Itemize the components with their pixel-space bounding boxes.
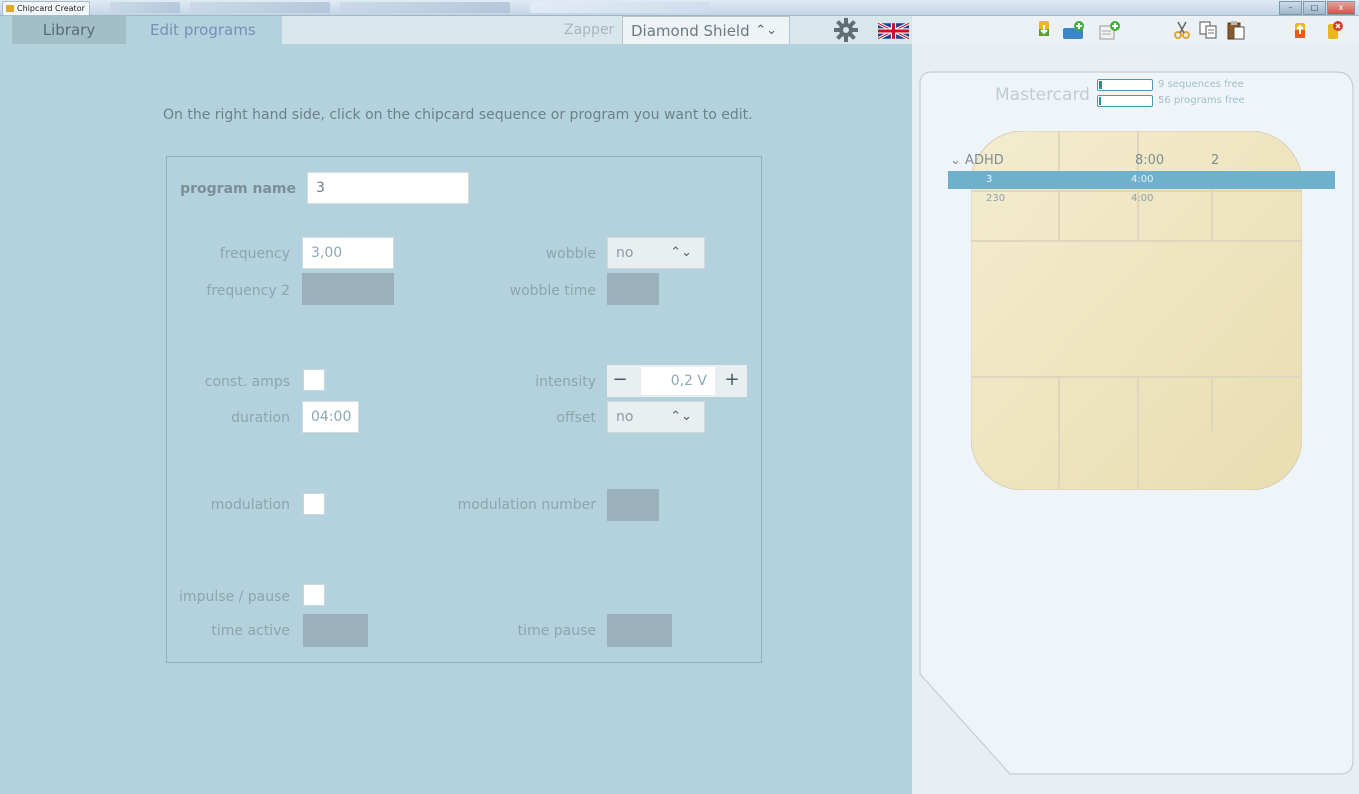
taskbar-tab[interactable]: [190, 2, 330, 13]
paste-icon[interactable]: [1226, 20, 1246, 40]
copy-icon[interactable]: [1198, 20, 1218, 40]
modulation-checkbox[interactable]: [303, 493, 325, 515]
main-toolbar: Library Edit programs Zapper Diamond Shi…: [12, 16, 912, 46]
frequency-input[interactable]: 3,00: [302, 237, 394, 269]
intensity-stepper: − 0,2 V +: [607, 365, 747, 397]
time-active-input: [303, 614, 368, 647]
upload-card-icon[interactable]: [1290, 20, 1310, 40]
programs-capacity-bar: [1097, 95, 1153, 107]
modulation-label: modulation: [210, 497, 290, 513]
taskbar-tab[interactable]: [110, 2, 180, 13]
taskbar-tab[interactable]: [340, 2, 510, 13]
instruction-text: On the right hand side, click on the chi…: [163, 107, 753, 123]
time-active-label: time active: [211, 623, 290, 639]
time-pause-label: time pause: [517, 623, 596, 639]
programs-capacity-fill: [1099, 97, 1101, 105]
sequences-capacity-bar: [1097, 79, 1153, 91]
sequence-name: ADHD: [965, 153, 1004, 168]
sequences-free-text: 9 sequences free: [1158, 79, 1244, 90]
program-duration: 4:00: [1131, 193, 1154, 204]
chevron-updown-icon: ⌃⌄: [670, 245, 692, 260]
offset-select[interactable]: no ⌃⌄: [607, 401, 705, 433]
wobble-time-label: wobble time: [509, 283, 596, 299]
frequency-label: frequency: [219, 246, 290, 262]
program-name-label: program name: [180, 181, 296, 197]
zapper-select[interactable]: Diamond Shield ⌃⌄: [622, 16, 790, 46]
import-card-icon[interactable]: [1034, 20, 1054, 40]
program-name: 230: [986, 193, 1006, 204]
settings-gear-icon[interactable]: [834, 18, 858, 42]
zapper-selected-value: Diamond Shield: [631, 22, 750, 40]
tab-edit-programs[interactable]: Edit programs: [126, 16, 282, 44]
intensity-increase-button[interactable]: +: [717, 365, 747, 397]
wobble-value: no: [616, 245, 634, 261]
uk-flag-icon[interactable]: [878, 23, 909, 39]
chevron-updown-icon: ⌃⌄: [670, 409, 692, 424]
minimize-button[interactable]: –: [1279, 1, 1302, 15]
impulse-pause-label: impulse / pause: [179, 589, 290, 605]
program-row[interactable]: 230 4:00: [948, 190, 1335, 208]
program-name: 3: [986, 174, 993, 185]
program-duration: 4:00: [1131, 174, 1154, 185]
card-title: Mastercard: [995, 85, 1090, 105]
duration-input[interactable]: 04:00: [302, 401, 359, 433]
offset-label: offset: [556, 410, 596, 426]
chevron-down-icon: ⌄: [950, 153, 961, 168]
maximize-button[interactable]: □: [1303, 1, 1326, 15]
wobble-time-input: [607, 273, 659, 305]
intensity-label: intensity: [535, 374, 596, 390]
program-row-selected[interactable]: 3 4:00: [948, 171, 1335, 189]
frequency-2-input: [302, 273, 394, 305]
zapper-label: Zapper: [564, 22, 615, 38]
sequences-capacity-fill: [1099, 81, 1102, 89]
duration-label: duration: [231, 410, 290, 426]
delete-card-icon[interactable]: [1324, 20, 1344, 40]
app-icon: [6, 5, 14, 12]
modulation-number-input: [607, 489, 659, 521]
const-amps-checkbox[interactable]: [303, 369, 325, 391]
intensity-value[interactable]: 0,2 V: [641, 367, 715, 395]
cut-icon[interactable]: [1172, 20, 1192, 40]
frequency-2-label: frequency 2: [206, 283, 290, 299]
sequence-row[interactable]: ⌄ ADHD: [950, 153, 1004, 168]
wobble-label: wobble: [545, 246, 596, 262]
window-controls: – □ x: [1279, 1, 1355, 15]
app-title-tab[interactable]: Chipcard Creator: [2, 1, 90, 16]
tab-library[interactable]: Library: [12, 16, 126, 44]
program-name-input[interactable]: 3: [307, 172, 469, 204]
sequence-duration: 8:00: [1135, 153, 1165, 168]
chevron-updown-icon: ⌃⌄: [755, 23, 777, 38]
offset-value: no: [616, 409, 634, 425]
intensity-decrease-button[interactable]: −: [607, 365, 633, 397]
taskbar-tabs: [110, 2, 730, 14]
new-program-icon[interactable]: [1098, 20, 1122, 40]
const-amps-label: const. amps: [204, 374, 290, 390]
time-pause-input: [607, 614, 672, 647]
impulse-pause-checkbox[interactable]: [303, 584, 325, 606]
sequence-program-count: 2: [1211, 153, 1220, 168]
app-title: Chipcard Creator: [17, 4, 85, 13]
close-window-button[interactable]: x: [1327, 1, 1355, 15]
new-folder-icon[interactable]: [1062, 20, 1086, 40]
taskbar-tab[interactable]: [530, 2, 710, 13]
card-toolbar: [912, 16, 1359, 44]
programs-free-text: 56 programs free: [1158, 95, 1245, 106]
wobble-select[interactable]: no ⌃⌄: [607, 237, 705, 269]
modulation-number-label: modulation number: [457, 497, 596, 513]
window-titlebar: Chipcard Creator – □ x: [0, 0, 1359, 16]
